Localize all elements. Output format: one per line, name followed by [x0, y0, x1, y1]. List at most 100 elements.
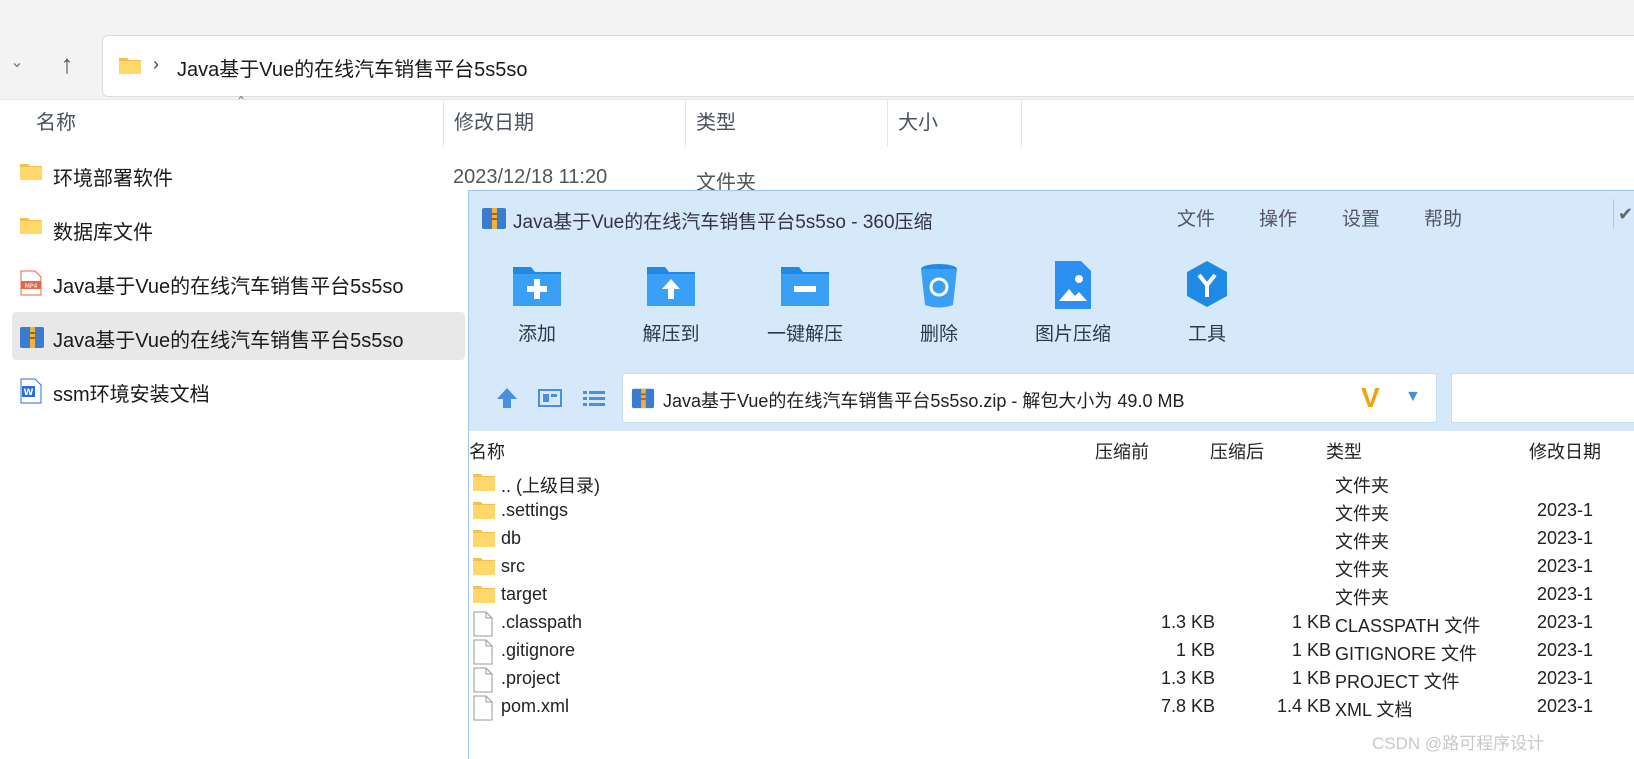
sort-ascending-icon: ⌃	[236, 94, 247, 108]
folder-icon	[472, 583, 496, 610]
row-name: .gitignore	[501, 640, 576, 660]
skin-shirt-icon[interactable]: ✔	[1613, 199, 1634, 229]
list-item-label: Java基于Vue的在线汽车销售平台5s5so	[53, 330, 404, 352]
column-size[interactable]: 大小	[888, 100, 1022, 147]
row-size-after: 1 KB	[1291, 668, 1331, 688]
row-modified: 2023-1	[1537, 640, 1594, 660]
table-row[interactable]: .gitignore 1 KB 1 KB GITIGNORE 文件 2023-1	[469, 637, 1634, 665]
address-bar[interactable]: › Java基于Vue的在线汽车销售平台5s5so	[102, 35, 1634, 97]
row-size-before: 1.3 KB	[1160, 668, 1215, 688]
row-type: XML 文档	[1335, 700, 1413, 720]
row-name: target	[501, 584, 548, 604]
row-name: src	[501, 556, 525, 576]
add-folder-icon	[509, 257, 565, 313]
table-row[interactable]: .classpath 1.3 KB 1 KB CLASSPATH 文件 2023-1	[469, 609, 1634, 637]
menu-help[interactable]: 帮助	[1424, 204, 1462, 231]
archive-column-header: 名称 压缩前 压缩后 类型 修改日期	[469, 431, 1634, 467]
up-arrow-icon[interactable]: ↑	[50, 48, 84, 82]
tools-button[interactable]: 工具	[1147, 247, 1267, 365]
image-file-icon	[1045, 257, 1101, 313]
table-row[interactable]: .. (上级目录) 文件夹	[469, 469, 1634, 497]
column-date[interactable]: 修改日期	[444, 100, 686, 147]
row-modified: 2023-1	[1537, 528, 1594, 548]
table-row[interactable]: db 文件夹 2023-1	[469, 525, 1634, 553]
folder-icon	[472, 555, 496, 582]
recycle-bin-icon	[911, 257, 967, 313]
row-name: .. (上级目录)	[501, 476, 600, 496]
file-icon	[472, 695, 494, 726]
table-row[interactable]: src 文件夹 2023-1	[469, 553, 1634, 581]
row-name: .classpath	[501, 612, 583, 632]
chevron-down-icon[interactable]: ⌄	[6, 52, 28, 74]
archive-search-input[interactable]	[1451, 373, 1634, 423]
add-label: 添加	[517, 324, 556, 345]
table-row[interactable]: pom.xml 7.8 KB 1.4 KB XML 文档 2023-1	[469, 693, 1634, 721]
extract-to-button[interactable]: 解压到	[611, 247, 731, 365]
archive-path-bar: Java基于Vue的在线汽车销售平台5s5so.zip - 解包大小为 49.0…	[469, 365, 1634, 431]
row-type: PROJECT 文件	[1335, 672, 1460, 692]
list-item[interactable]: 数据库文件	[12, 204, 465, 252]
row-modified: 2023-1	[1537, 584, 1594, 604]
list-item-label: ssm环境安装文档	[53, 384, 210, 406]
row-type: 文件夹	[1335, 588, 1389, 608]
breadcrumb-current[interactable]: Java基于Vue的在线汽车销售平台5s5so	[177, 53, 527, 82]
word-doc-icon: W	[19, 378, 43, 409]
column-size-after[interactable]: 压缩后	[1210, 438, 1264, 464]
extract-to-label: 解压到	[642, 324, 700, 345]
row-type: 文件夹	[1335, 532, 1389, 552]
column-size-before[interactable]: 压缩前	[1095, 438, 1149, 464]
archive-path-field[interactable]: Java基于Vue的在线汽车销售平台5s5so.zip - 解包大小为 49.0…	[622, 373, 1437, 423]
folder-icon	[472, 499, 496, 526]
list-item-selected[interactable]: Java基于Vue的在线汽车销售平台5s5so	[12, 312, 465, 360]
table-row[interactable]: .settings 文件夹 2023-1	[469, 497, 1634, 525]
archive-window: Java基于Vue的在线汽车销售平台5s5so - 360压缩 文件 操作 设置…	[468, 190, 1634, 759]
tools-hexagon-icon	[1179, 257, 1235, 313]
delete-label: 删除	[919, 324, 958, 345]
row-name: pom.xml	[501, 696, 570, 716]
breadcrumb-separator-icon: ›	[153, 54, 159, 74]
folder-icon	[118, 55, 142, 80]
one-click-extract-button[interactable]: 一键解压	[745, 247, 865, 365]
one-click-extract-label: 一键解压	[766, 324, 843, 345]
zip-archive-icon	[481, 205, 507, 236]
folder-icon	[19, 162, 43, 187]
column-name[interactable]: 名称	[26, 100, 444, 147]
delete-button[interactable]: 删除	[879, 247, 999, 365]
navigation-bar: ⌄ ↑ › Java基于Vue的在线汽车销售平台5s5so	[0, 12, 1634, 100]
window-title: Java基于Vue的在线汽车销售平台5s5so - 360压缩	[513, 212, 933, 233]
row-size-after: 1 KB	[1291, 640, 1331, 660]
list-item[interactable]: 环境部署软件	[12, 150, 465, 198]
table-row[interactable]: target 文件夹 2023-1	[469, 581, 1634, 609]
image-compress-button[interactable]: 图片压缩	[1013, 247, 1133, 365]
extract-folder-icon	[643, 257, 699, 313]
title-strip	[0, 0, 1634, 12]
column-modified[interactable]: 修改日期	[1529, 438, 1601, 464]
column-name[interactable]: 名称	[469, 438, 505, 464]
up-level-arrow-icon[interactable]	[493, 385, 521, 411]
tools-label: 工具	[1187, 324, 1226, 345]
svg-text:W: W	[24, 388, 34, 398]
watermark: CSDN @路可程序设计	[1372, 734, 1545, 753]
row-name: .project	[501, 668, 561, 688]
folder-icon	[472, 527, 496, 554]
list-item-label: 环境部署软件	[53, 168, 173, 190]
table-row[interactable]: .project 1.3 KB 1 KB PROJECT 文件 2023-1	[469, 665, 1634, 693]
row-modified: 2023-1	[1537, 556, 1594, 576]
dropdown-triangle-icon[interactable]: ▼	[1405, 388, 1421, 406]
verified-v-icon: V	[1361, 382, 1380, 413]
archive-toolbar: 添加 解压到 一键解压 删除 图片压缩 工具	[469, 247, 1634, 365]
row-name: db	[501, 528, 522, 548]
column-type[interactable]: 类型	[686, 100, 888, 147]
menu-file[interactable]: 文件	[1177, 204, 1215, 231]
menu-operate[interactable]: 操作	[1259, 204, 1297, 231]
folder-icon	[19, 216, 43, 241]
list-view-icon[interactable]	[580, 385, 608, 411]
add-button[interactable]: 添加	[477, 247, 597, 365]
thumbnail-view-icon[interactable]	[536, 385, 564, 411]
list-item[interactable]: MP4 Java基于Vue的在线汽车销售平台5s5so	[12, 258, 465, 306]
minus-folder-icon	[777, 257, 833, 313]
list-item[interactable]: W ssm环境安装文档	[12, 366, 465, 414]
menu-settings[interactable]: 设置	[1342, 204, 1380, 231]
column-type[interactable]: 类型	[1326, 438, 1362, 464]
zip-archive-icon	[631, 386, 655, 415]
